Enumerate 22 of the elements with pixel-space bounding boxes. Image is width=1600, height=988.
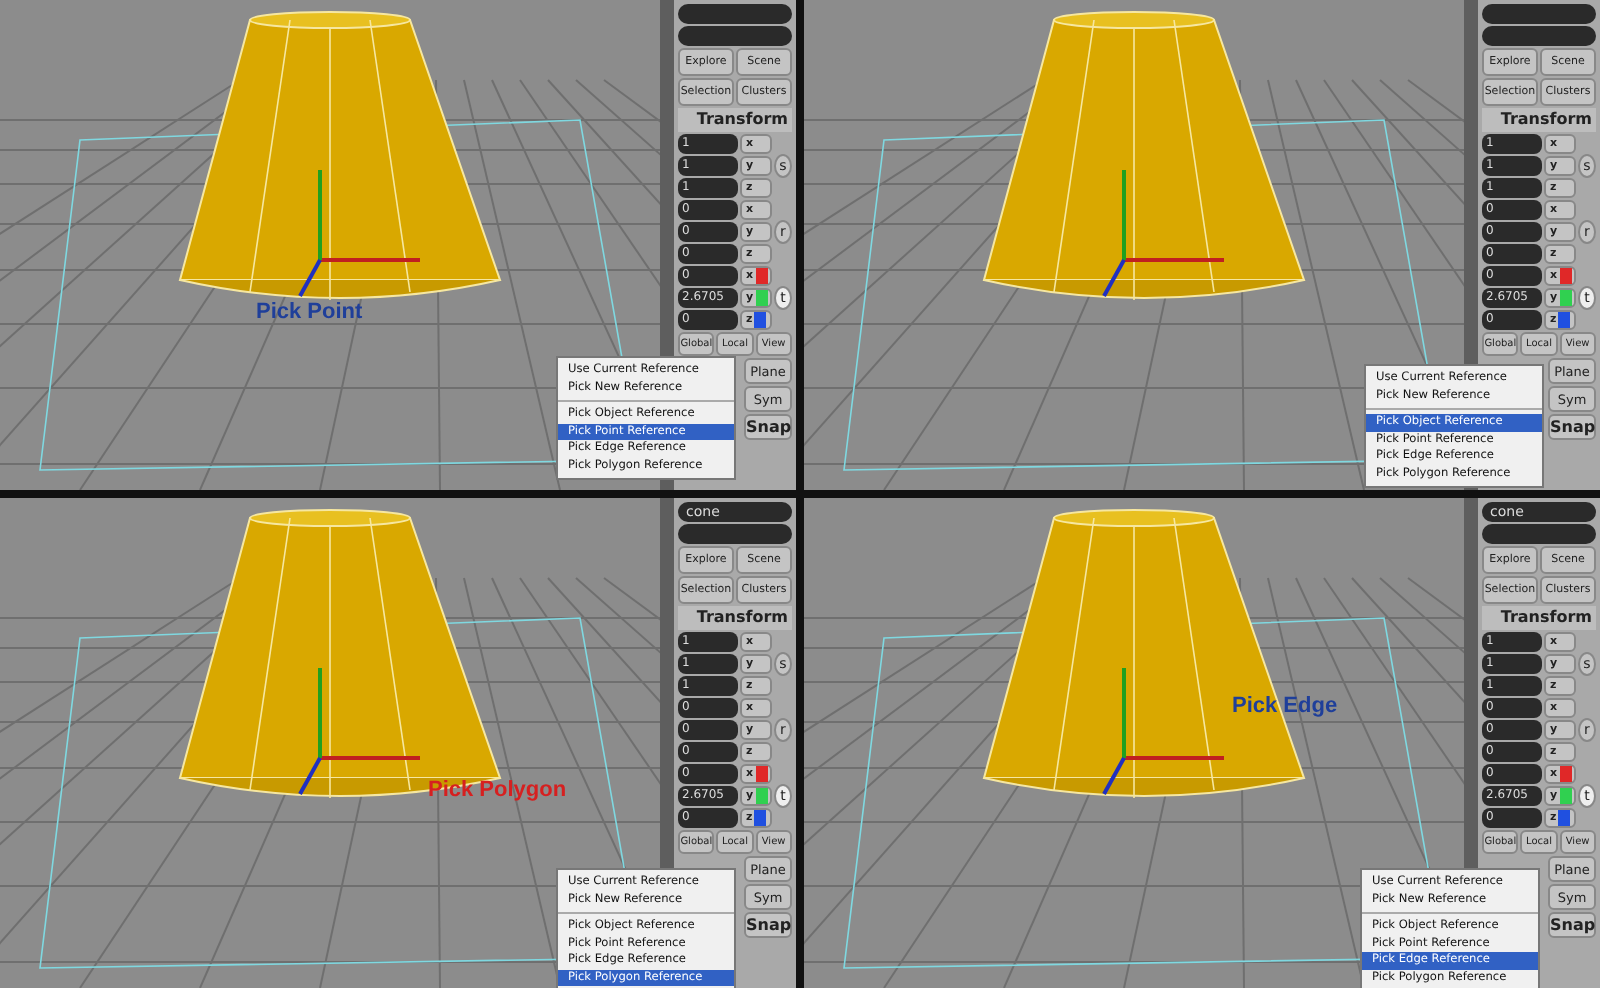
- text-field[interactable]: [1482, 26, 1596, 46]
- tool-button[interactable]: Snap: [1548, 414, 1596, 440]
- text-field[interactable]: [678, 26, 792, 46]
- transform-gizmo-icon[interactable]: [298, 668, 420, 795]
- transform-gizmo-icon[interactable]: [1102, 170, 1224, 297]
- tool-button[interactable]: Snap: [744, 912, 792, 938]
- object-name-field[interactable]: [678, 4, 792, 24]
- section-header[interactable]: Transform: [678, 606, 792, 630]
- transform-gizmo-icon[interactable]: [1102, 668, 1224, 795]
- cone-drawing[interactable]: [178, 11, 502, 301]
- tool-button[interactable]: Snap: [744, 414, 792, 440]
- cone-drawing[interactable]: [982, 11, 1306, 301]
- section-header[interactable]: Transform: [678, 108, 792, 132]
- section-header[interactable]: Transform: [1482, 606, 1596, 630]
- tool-button[interactable]: Snap: [1548, 912, 1596, 938]
- text-field[interactable]: [678, 524, 792, 544]
- text-field[interactable]: [1482, 524, 1596, 544]
- pick-label: Pick Edge: [1232, 694, 1338, 718]
- transform-gizmo-icon[interactable]: [298, 170, 420, 297]
- object-name-field[interactable]: [1482, 4, 1596, 24]
- pick-label: Pick Point: [256, 300, 363, 324]
- section-header[interactable]: Transform: [1482, 108, 1596, 132]
